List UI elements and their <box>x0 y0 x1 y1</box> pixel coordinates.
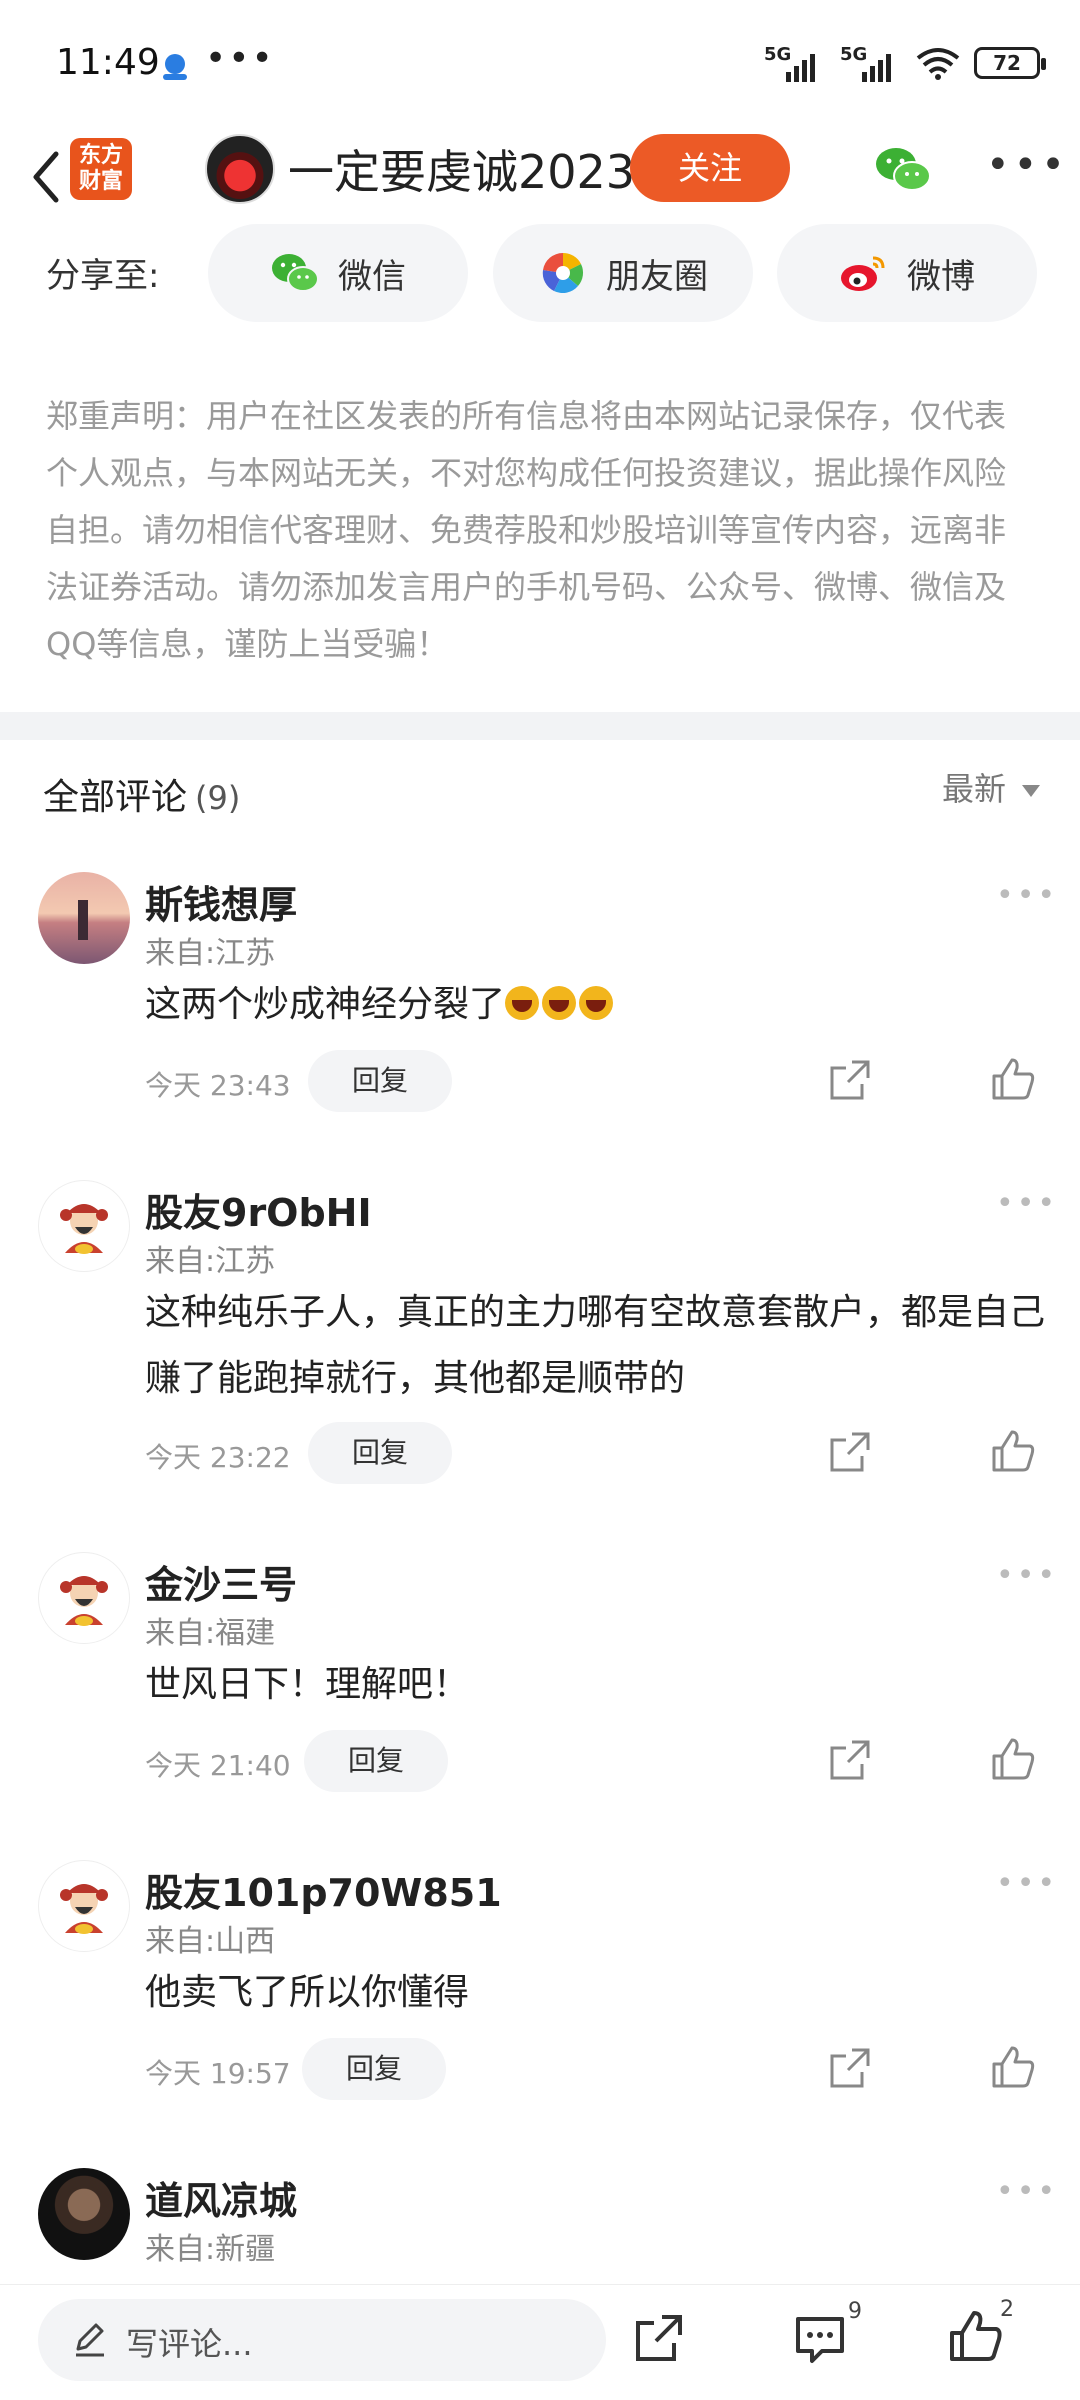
comments-title-label: 全部评论 <box>43 777 188 818</box>
comment-item: 金沙三号 来自:福建 ••• 世风日下！理解吧！ 今天 21:40 回复 <box>0 1552 1080 1812</box>
commenter-name[interactable]: 斯钱想厚 <box>145 874 297 929</box>
comment-text-body: 这两个炒成神经分裂了 <box>145 984 506 1025</box>
like-icon[interactable] <box>946 2307 1004 2365</box>
comment-more-icon[interactable]: ••• <box>996 2174 1058 2209</box>
share-icon[interactable] <box>828 1738 872 1782</box>
share-icon[interactable] <box>828 1430 872 1474</box>
wifi-icon <box>916 48 960 80</box>
sort-dropdown[interactable]: 最新 <box>942 764 1041 810</box>
commenter-name[interactable]: 股友101p70W851 <box>145 1862 502 1917</box>
share-wechat-label: 微信 <box>338 256 406 297</box>
comment-time: 今天 19:57 <box>145 2057 291 2090</box>
laugh-emoji-icon <box>542 986 577 1020</box>
commenter-avatar[interactable] <box>38 1552 130 1644</box>
reply-button[interactable]: 回复 <box>308 1422 452 1484</box>
commenter-location: 来自:江苏 <box>145 1244 276 1279</box>
share-moments-label: 朋友圈 <box>606 256 708 297</box>
like-icon[interactable] <box>990 1056 1036 1102</box>
commenter-name[interactable]: 道风凉城 <box>145 2170 297 2225</box>
moments-icon <box>542 252 584 294</box>
status-bar: 11:49 ••• 5G 5G 72 <box>0 0 1080 130</box>
back-arrow-icon[interactable] <box>22 142 72 212</box>
comment-item: 股友9rObHI 来自:江苏 ••• 这种纯乐子人，真正的主力哪有空故意套散户，… <box>0 1180 1080 1500</box>
comment-text: 这两个炒成神经分裂了 <box>145 972 1045 1038</box>
comment-text: 这种纯乐子人，真正的主力哪有空故意套散户，都是自己赚了能跑掉就行，其他都是顺带的 <box>145 1292 1046 1399</box>
battery-indicator: 72 <box>974 47 1046 79</box>
comment-item: 道风凉城 来自:新疆 ••• <box>0 2168 1080 2284</box>
comment-more-icon[interactable]: ••• <box>996 1186 1058 1221</box>
bottom-action-bar: 写评论... 9 2 <box>0 2284 1080 2400</box>
reply-button[interactable]: 回复 <box>308 1050 452 1112</box>
share-weibo-button[interactable]: 微博 <box>777 224 1037 322</box>
reply-button[interactable]: 回复 <box>304 1730 448 1792</box>
comment-time: 今天 21:40 <box>145 1749 291 1782</box>
commenter-location: 来自:福建 <box>145 1616 276 1651</box>
like-icon[interactable] <box>990 2044 1036 2090</box>
author-avatar[interactable] <box>205 134 275 204</box>
like-icon[interactable] <box>990 1736 1036 1782</box>
commenter-avatar[interactable] <box>38 872 130 964</box>
share-weibo-label: 微博 <box>907 256 975 297</box>
comment-input-placeholder: 写评论... <box>126 2325 253 2363</box>
share-icon[interactable] <box>828 2046 872 2090</box>
fortune-god-avatar-icon <box>60 1204 108 1254</box>
comments-count: (9) <box>195 779 241 817</box>
app-notification-icon <box>163 54 187 80</box>
follow-button[interactable]: 关注 <box>630 134 790 202</box>
pencil-icon <box>76 2323 104 2357</box>
wechat-share-icon[interactable] <box>874 144 932 194</box>
status-more-dots: ••• <box>205 38 275 79</box>
fortune-god-avatar-icon <box>60 1884 108 1934</box>
commenter-avatar[interactable] <box>38 1180 130 1272</box>
fortune-god-avatar-icon <box>60 1576 108 1626</box>
commenter-name[interactable]: 金沙三号 <box>145 1554 297 1609</box>
weibo-icon <box>841 256 885 291</box>
comment-more-icon[interactable]: ••• <box>996 1866 1058 1901</box>
comment-item: 斯钱想厚 来自:江苏 ••• 这两个炒成神经分裂了 今天 23:43 回复 <box>0 872 1080 1132</box>
comment-count-badge: 9 <box>848 2299 862 2324</box>
share-icon[interactable] <box>632 2311 686 2365</box>
section-divider <box>0 712 1080 740</box>
comment-icon[interactable] <box>792 2311 848 2367</box>
comment-text: 他卖飞了所以你懂得 <box>145 1972 470 2013</box>
status-time: 11:49 <box>56 42 160 83</box>
comment-time: 今天 23:22 <box>145 1441 291 1474</box>
more-options-icon[interactable]: ••• <box>986 142 1069 188</box>
signal-5g-icon: 5G <box>764 44 826 82</box>
comment-more-icon[interactable]: ••• <box>996 1558 1058 1593</box>
share-label: 分享至: <box>46 256 160 296</box>
comment-input[interactable]: 写评论... <box>38 2299 606 2381</box>
signal-5g-icon-2: 5G <box>840 44 902 82</box>
share-wechat-button[interactable]: 微信 <box>208 224 468 322</box>
commenter-avatar[interactable] <box>38 2168 130 2260</box>
laugh-emoji-icon <box>579 986 614 1020</box>
laugh-emoji-icon <box>505 986 540 1020</box>
top-nav-bar: 东方 财富 一定要虔诚2023 关注 ••• <box>0 130 1080 230</box>
commenter-avatar[interactable] <box>38 1860 130 1952</box>
comment-text: 世风日下！理解吧！ <box>145 1664 470 1705</box>
share-row: 分享至: 微信 朋友圈 微博 <box>0 220 1080 325</box>
caret-down-icon <box>1022 785 1041 797</box>
like-count-badge: 2 <box>1000 2297 1014 2322</box>
commenter-name[interactable]: 股友9rObHI <box>145 1182 372 1237</box>
comment-time: 今天 23:43 <box>145 1069 291 1102</box>
comment-item: 股友101p70W851 来自:山西 ••• 他卖飞了所以你懂得 今天 19:5… <box>0 1860 1080 2120</box>
author-name[interactable]: 一定要虔诚2023 <box>288 136 635 202</box>
disclaimer-text: 郑重声明：用户在社区发表的所有信息将由本网站记录保存，仅代表个人观点，与本网站无… <box>46 397 1007 663</box>
share-moments-button[interactable]: 朋友圈 <box>493 224 753 322</box>
reply-button[interactable]: 回复 <box>302 2038 446 2100</box>
comments-title: 全部评论 (9) <box>43 768 240 820</box>
app-logo[interactable]: 东方 财富 <box>70 138 132 200</box>
like-icon[interactable] <box>990 1428 1036 1474</box>
sort-label: 最新 <box>942 770 1007 808</box>
commenter-location: 来自:山西 <box>145 1924 276 1959</box>
wechat-icon <box>272 254 319 292</box>
commenter-location: 来自:新疆 <box>145 2232 276 2267</box>
share-icon[interactable] <box>828 1058 872 1102</box>
commenter-location: 来自:江苏 <box>145 936 276 971</box>
comment-more-icon[interactable]: ••• <box>996 878 1058 913</box>
